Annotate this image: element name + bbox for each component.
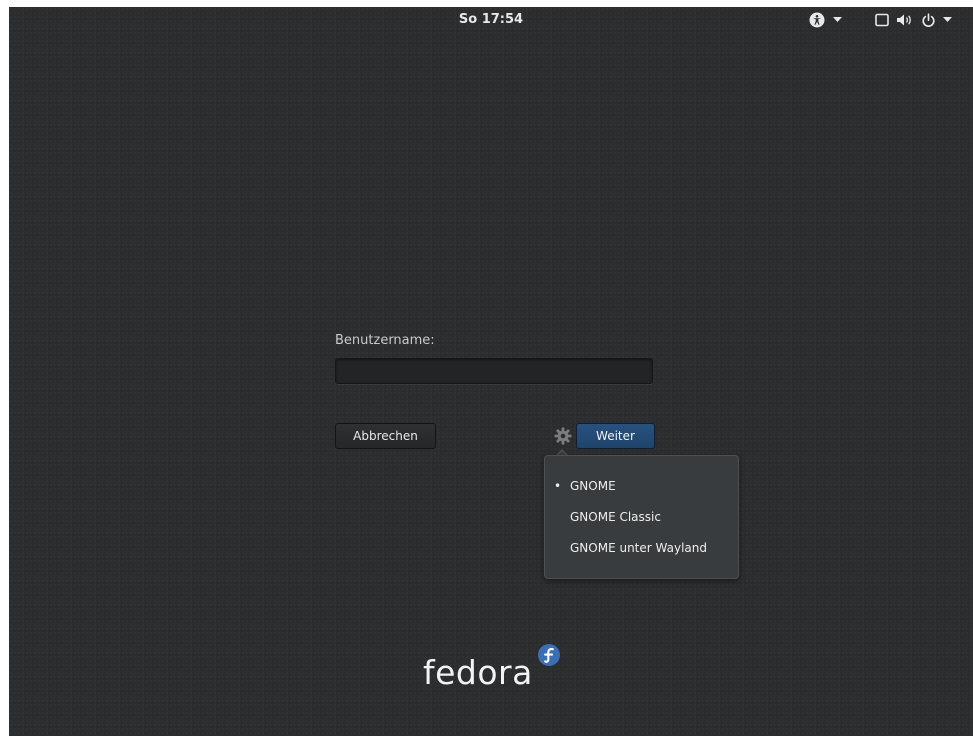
- cancel-button-label: Abbrechen: [353, 429, 418, 443]
- gear-icon[interactable]: [553, 426, 573, 446]
- fedora-logo: fedora: [423, 643, 573, 703]
- session-item-gnome-classic[interactable]: GNOME Classic: [545, 503, 738, 531]
- session-item-label: GNOME Classic: [570, 510, 661, 524]
- accessibility-menu[interactable]: [809, 9, 842, 31]
- dropdown-arrow-icon[interactable]: [943, 17, 952, 23]
- volume-icon[interactable]: [896, 13, 914, 27]
- session-item-label: GNOME unter Wayland: [570, 541, 707, 555]
- session-item-gnome[interactable]: • GNOME: [545, 472, 738, 500]
- clock-label[interactable]: So 17:54: [459, 12, 523, 27]
- session-menu: • GNOME GNOME Classic GNOME unter Waylan…: [544, 455, 739, 579]
- power-icon[interactable]: [921, 12, 936, 28]
- display-icon[interactable]: [875, 13, 889, 27]
- login-screen: So 17:54 Benutzername: Abbrechen Weiter …: [9, 7, 973, 736]
- accessibility-icon[interactable]: [809, 12, 825, 28]
- dropdown-arrow-icon[interactable]: [833, 17, 842, 23]
- next-button[interactable]: Weiter: [576, 423, 655, 449]
- username-input[interactable]: [335, 358, 653, 384]
- cancel-button[interactable]: Abbrechen: [335, 423, 436, 449]
- session-item-label: GNOME: [570, 479, 616, 493]
- session-item-gnome-wayland[interactable]: GNOME unter Wayland: [545, 534, 738, 562]
- next-button-label: Weiter: [596, 429, 635, 443]
- selected-marker: •: [553, 479, 562, 493]
- system-menu[interactable]: [875, 9, 952, 31]
- logo-text: fedora: [423, 653, 533, 692]
- fedora-infinity-icon: [537, 643, 561, 667]
- username-label: Benutzername:: [335, 333, 435, 348]
- session-settings-button[interactable]: [553, 426, 573, 446]
- login-dialog: Benutzername: Abbrechen Weiter: [335, 333, 755, 449]
- top-bar: So 17:54: [9, 7, 973, 33]
